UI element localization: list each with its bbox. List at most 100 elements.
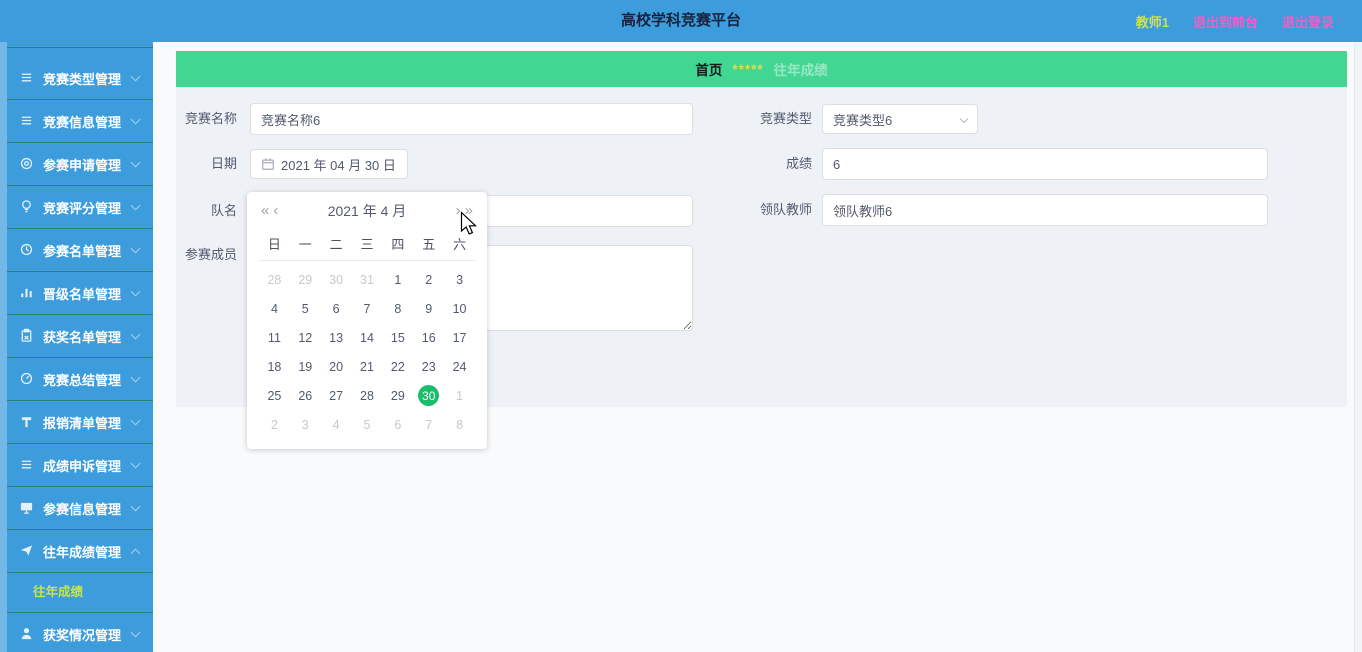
chevron-down-icon: [130, 415, 141, 426]
sidebar-item-5[interactable]: 晋级名单管理: [7, 272, 153, 315]
breadcrumb-home[interactable]: 首页: [695, 59, 722, 79]
day-cell[interactable]: 1: [444, 381, 475, 410]
year-select-link[interactable]: 2021 年: [328, 203, 377, 219]
day-cell[interactable]: 4: [321, 410, 352, 439]
date-value: 2021 年 04 月 30 日: [281, 157, 396, 173]
team-leader-label: 领队教师: [759, 202, 812, 217]
day-cell[interactable]: 19: [290, 352, 321, 381]
day-cell-selected[interactable]: 30: [413, 381, 444, 410]
day-cell[interactable]: 4: [259, 294, 290, 323]
sidebar: 竞赛类型管理竞赛信息管理参赛申请管理竞赛评分管理参赛名单管理 晋级名单管理 获奖名单…: [0, 42, 153, 652]
prev-month-button[interactable]: ‹: [271, 192, 280, 230]
team-leader-input[interactable]: [822, 194, 1268, 226]
day-cell[interactable]: 6: [382, 410, 413, 439]
sidebar-item-label: 竞赛评分管理: [43, 200, 122, 216]
next-month-button[interactable]: ›: [454, 192, 463, 230]
date-label: 日期: [210, 156, 237, 171]
day-cell[interactable]: 18: [259, 352, 290, 381]
day-cell[interactable]: 5: [290, 294, 321, 323]
sidebar-item-3[interactable]: 竞赛评分管理: [7, 186, 153, 229]
members-label: 参赛成员: [184, 247, 237, 262]
sidebar-item-4[interactable]: 参赛名单管理: [7, 229, 153, 272]
day-cell[interactable]: 23: [413, 352, 444, 381]
competition-name-label: 竞赛名称: [184, 111, 237, 126]
sidebar-item-6[interactable]: 获奖名单管理: [7, 315, 153, 358]
sidebar-item-8[interactable]: 报销清单管理: [7, 401, 153, 444]
day-cell[interactable]: 13: [321, 323, 352, 352]
day-cell[interactable]: 7: [413, 410, 444, 439]
day-cell[interactable]: 17: [444, 323, 475, 352]
month-select-link[interactable]: 4 月: [381, 203, 407, 219]
day-cell[interactable]: 27: [321, 381, 352, 410]
day-cell[interactable]: 16: [413, 323, 444, 352]
sidebar-item-label: 竞赛信息管理: [43, 114, 122, 130]
day-cell[interactable]: 7: [352, 294, 383, 323]
day-cell[interactable]: 8: [382, 294, 413, 323]
day-cell[interactable]: 8: [444, 410, 475, 439]
day-cell[interactable]: 21: [352, 352, 383, 381]
exit-to-front-link[interactable]: 退出到前台: [1193, 12, 1258, 31]
day-cell[interactable]: 30: [321, 265, 352, 294]
day-cell[interactable]: 2: [413, 265, 444, 294]
logout-link[interactable]: 退出登录: [1282, 12, 1334, 31]
header-links: 教师1 退出到前台 退出登录: [1136, 0, 1334, 42]
sidebar-item-7[interactable]: 竞赛总结管理: [7, 358, 153, 401]
score-label: 成绩: [785, 156, 812, 171]
chevron-up-icon: [130, 548, 141, 559]
day-cell[interactable]: 28: [352, 381, 383, 410]
day-cell[interactable]: 1: [382, 265, 413, 294]
sidebar-scrollbar[interactable]: [0, 42, 7, 652]
day-cell[interactable]: 6: [321, 294, 352, 323]
current-user-link[interactable]: 教师1: [1136, 12, 1169, 31]
day-cell[interactable]: 2: [259, 410, 290, 439]
day-cell[interactable]: 5: [352, 410, 383, 439]
sidebar-item-9[interactable]: 成绩申诉管理: [7, 444, 153, 487]
day-cell[interactable]: 11: [259, 323, 290, 352]
day-cell[interactable]: 14: [352, 323, 383, 352]
date-input[interactable]: 2021 年 04 月 30 日: [250, 149, 408, 179]
sidebar-item-label: 参赛信息管理: [43, 501, 122, 517]
score-input[interactable]: [822, 148, 1268, 180]
day-cell[interactable]: 31: [352, 265, 383, 294]
chevron-down-icon: [130, 243, 141, 254]
sidebar-item-0[interactable]: 竞赛类型管理: [7, 57, 153, 100]
sidebar-item-11[interactable]: 往年成绩管理: [7, 530, 153, 573]
chevron-down-icon: [130, 200, 141, 211]
day-cell[interactable]: 3: [290, 410, 321, 439]
podium-icon: [19, 414, 35, 430]
sidebar-item-2[interactable]: 参赛申请管理: [7, 143, 153, 186]
sidebar-item-10[interactable]: 参赛信息管理: [7, 487, 153, 530]
weekday-header: 日一二三四五六: [259, 230, 475, 261]
next-year-button[interactable]: »: [463, 192, 475, 230]
competition-type-label: 竞赛类型: [759, 111, 812, 126]
day-cell[interactable]: 22: [382, 352, 413, 381]
sidebar-menu: 竞赛类型管理竞赛信息管理参赛申请管理竞赛评分管理参赛名单管理 晋级名单管理 获奖名单…: [7, 57, 153, 652]
team-name-label: 队名: [210, 203, 237, 218]
day-cell[interactable]: 15: [382, 323, 413, 352]
prev-year-button[interactable]: «: [259, 192, 271, 230]
weekday-label: 一: [298, 237, 312, 252]
day-cell[interactable]: 9: [413, 294, 444, 323]
day-cell[interactable]: 29: [382, 381, 413, 410]
competition-type-select[interactable]: 竞赛类型6: [822, 104, 978, 134]
day-cell[interactable]: 26: [290, 381, 321, 410]
day-cell[interactable]: 28: [259, 265, 290, 294]
date-grid: 28 29 30 31 1 2 3 4 5 6 7 8 9 10 11 12 13 14 15 16 17 18 19 20 2…: [259, 265, 475, 439]
weekday-label: 五: [422, 237, 436, 252]
chevron-down-icon: [130, 286, 141, 297]
sidebar-item-12[interactable]: 获奖情况管理: [7, 613, 153, 652]
day-cell[interactable]: 12: [290, 323, 321, 352]
competition-name-input[interactable]: [250, 103, 693, 135]
chevron-down-icon: [130, 329, 141, 340]
day-cell[interactable]: 10: [444, 294, 475, 323]
day-cell[interactable]: 24: [444, 352, 475, 381]
day-cell[interactable]: 25: [259, 381, 290, 410]
day-cell[interactable]: 29: [290, 265, 321, 294]
sidebar-item-1[interactable]: 竞赛信息管理: [7, 100, 153, 143]
day-cell[interactable]: 3: [444, 265, 475, 294]
bar-chart-icon: [19, 285, 35, 301]
main-scrollbar[interactable]: [1354, 42, 1362, 652]
day-cell[interactable]: 20: [321, 352, 352, 381]
sidebar-subitem-active[interactable]: 往年成绩: [7, 573, 153, 612]
monitor-icon: [19, 500, 35, 516]
